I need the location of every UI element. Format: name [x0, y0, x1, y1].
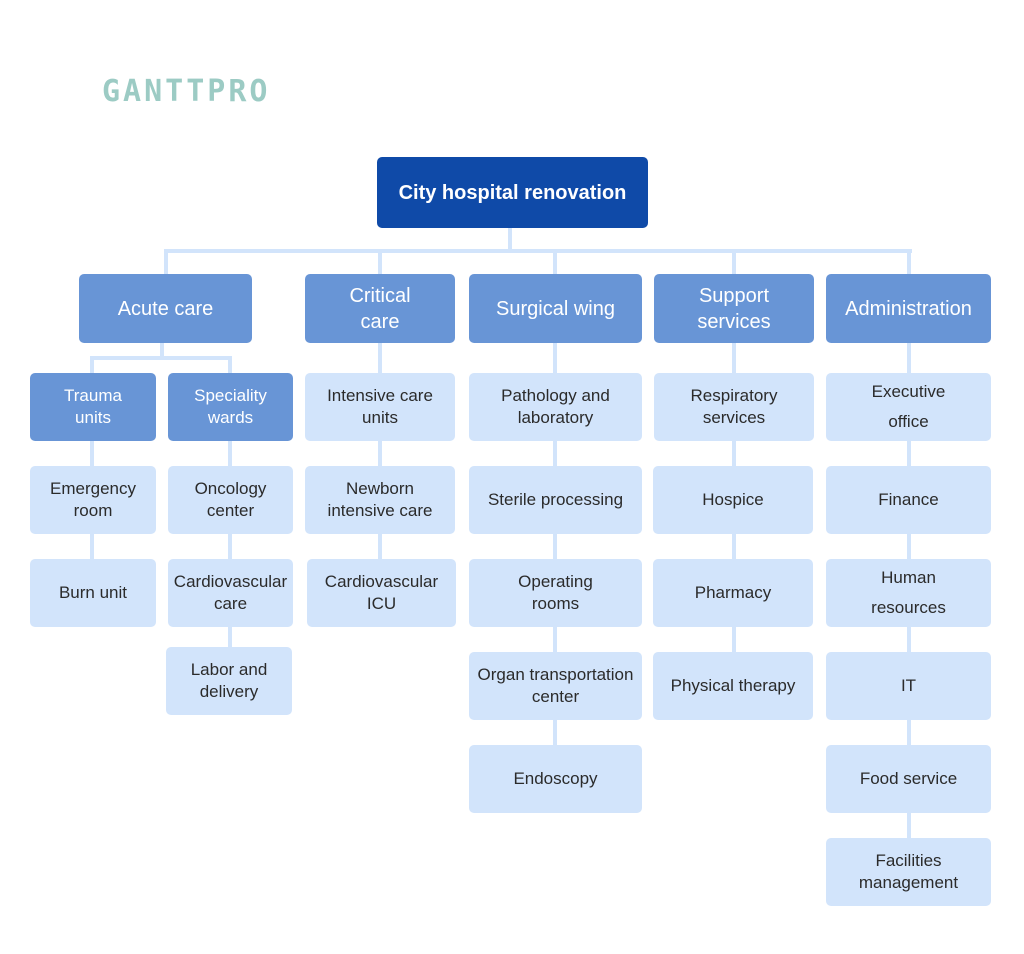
leaf-newborn-intensive-care: Newborn intensive care	[305, 466, 455, 534]
connector	[732, 249, 736, 275]
connector	[378, 249, 382, 275]
leaf-it: IT	[826, 652, 991, 720]
connector	[907, 249, 911, 275]
category-acute-care: Acute care	[79, 274, 252, 343]
category-administration: Administration	[826, 274, 991, 343]
connector	[164, 249, 168, 275]
connector	[553, 249, 557, 275]
root-node: City hospital renovation	[377, 157, 648, 228]
leaf-operating-rooms: Operating rooms	[469, 559, 642, 627]
connector	[228, 356, 232, 374]
leaf-endoscopy: Endoscopy	[469, 745, 642, 813]
leaf-sterile-processing: Sterile processing	[469, 466, 642, 534]
leaf-cardiovascular-care: Cardiovascular care	[168, 559, 293, 627]
leaf-oncology-center: Oncology center	[168, 466, 293, 534]
leaf-executive-office: Executive office	[826, 373, 991, 441]
leaf-respiratory-services: Respiratory services	[654, 373, 814, 441]
leaf-food-service: Food service	[826, 745, 991, 813]
connector	[90, 356, 94, 374]
category-surgical-wing: Surgical wing	[469, 274, 642, 343]
leaf-facilities-management: Facilities management	[826, 838, 991, 906]
subgroup-trauma-units: Trauma units	[30, 373, 156, 441]
ganttpro-logo: GANTTPRO	[102, 74, 271, 109]
leaf-burn-unit: Burn unit	[30, 559, 156, 627]
leaf-cardiovascular-icu: Cardiovascular ICU	[307, 559, 456, 627]
subgroup-speciality-wards: Speciality wards	[168, 373, 293, 441]
leaf-pharmacy: Pharmacy	[653, 559, 813, 627]
leaf-human-resources: Human resources	[826, 559, 991, 627]
leaf-physical-therapy: Physical therapy	[653, 652, 813, 720]
leaf-pathology-and-laboratory: Pathology and laboratory	[469, 373, 642, 441]
leaf-hospice: Hospice	[653, 466, 813, 534]
category-support-services: Support services	[654, 274, 814, 343]
leaf-finance: Finance	[826, 466, 991, 534]
connector	[164, 249, 912, 253]
leaf-organ-transportation-center: Organ transportation center	[469, 652, 642, 720]
category-critical-care: Critical care	[305, 274, 455, 343]
leaf-labor-and-delivery: Labor and delivery	[166, 647, 292, 715]
leaf-emergency-room: Emergency room	[30, 466, 156, 534]
leaf-intensive-care-units: Intensive care units	[305, 373, 455, 441]
connector	[90, 356, 232, 360]
